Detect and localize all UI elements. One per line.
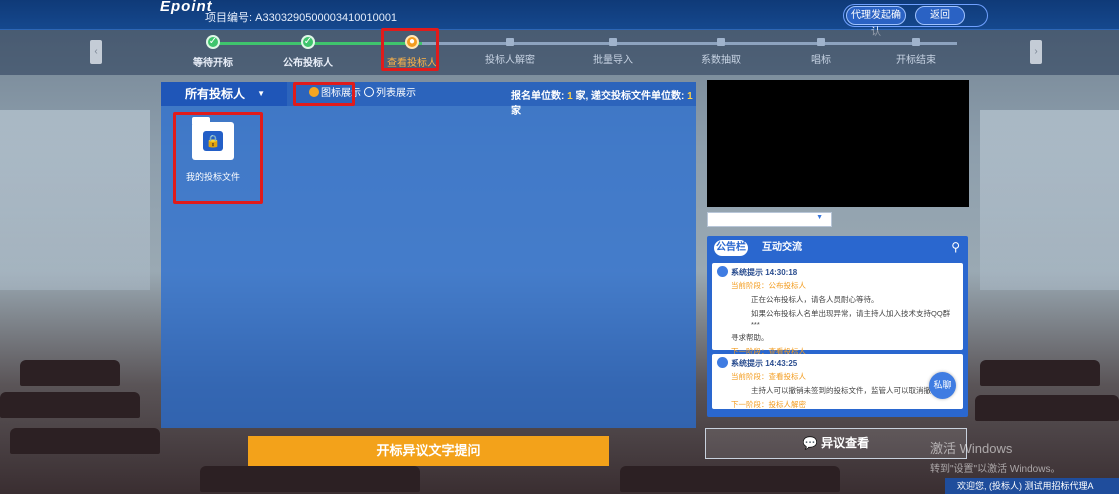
step-batch-import[interactable]: 批量导入 (573, 35, 653, 66)
submitted-count: 1 (687, 91, 693, 102)
view-list-radio[interactable]: 列表展示 (364, 87, 416, 101)
watermark-subtitle: 转到"设置"以激活 Windows。 (930, 464, 1061, 475)
pending-step-icon (817, 38, 825, 46)
background-seat (620, 466, 840, 492)
step-label: 唱标 (811, 55, 831, 66)
background-seat (10, 428, 160, 454)
view-objections-label: 异议查看 (821, 436, 870, 450)
project-number-value: A3303290500003410010001 (255, 12, 398, 24)
chat-message: 系统提示 14:30:18 当前阶段：公布投标人 正在公布投标人，请各人员耐心等… (712, 263, 963, 356)
message-header: 系统提示 14:43:25 (717, 357, 957, 369)
chat-message: 系统提示 14:43:25 当前阶段：查看投标人 主持人可以撤销未签到的投标文件… (712, 354, 963, 409)
message-stage: 当前阶段：查看投标人 (731, 372, 806, 381)
search-icon[interactable]: ⚲ (951, 240, 960, 254)
chevron-left-icon[interactable]: ‹ (90, 40, 102, 64)
pending-step-icon (912, 38, 920, 46)
step-finish[interactable]: 开标结束 (876, 35, 956, 66)
agent-confirm-button[interactable]: 代理发起确认 (846, 6, 906, 38)
view-list-label: 列表展示 (376, 88, 416, 99)
step-coefficient[interactable]: 系数抽取 (681, 35, 761, 66)
view-objections-button[interactable]: 💬 异议查看 (705, 428, 967, 459)
message-text: 主持人可以撤销未签到的投标文件，监管人可以取消撤销 (751, 386, 939, 395)
check-icon: ✓ (301, 35, 315, 49)
background-window (980, 110, 1119, 290)
chevron-right-icon[interactable]: › (1030, 40, 1042, 64)
message-text: 如果公布投标人名单出现异常，请主持人加入技术支持QQ群*** (751, 309, 951, 329)
background-seat (0, 392, 140, 418)
video-player[interactable] (707, 80, 969, 207)
video-source-select[interactable]: ▼ (707, 212, 832, 227)
private-chat-button[interactable]: 私聊 (929, 372, 956, 399)
chat-bubble-icon: 💬 (802, 436, 818, 450)
background-seat (980, 360, 1100, 386)
step-label: 公布投标人 (283, 58, 333, 69)
highlight-bid-file (173, 112, 263, 204)
registered-count: 1 (567, 91, 573, 102)
radio-unchecked-icon (364, 87, 374, 97)
chat-tabs: 公告栏 互动交流 ⚲ (707, 236, 968, 260)
counts-suffix: 家 (511, 106, 521, 117)
bidder-filter-value: 所有投标人 (185, 87, 246, 101)
pending-step-icon (609, 38, 617, 46)
caret-down-icon: ▼ (816, 214, 823, 221)
message-header: 系统提示 14:30:18 (717, 266, 957, 278)
step-decrypt[interactable]: 投标人解密 (470, 35, 550, 66)
step-label: 系数抽取 (701, 55, 741, 66)
background-seat (975, 395, 1119, 421)
bidder-filter-select[interactable]: 所有投标人 ▼ (161, 82, 287, 106)
step-label: 开标结束 (896, 55, 936, 66)
pending-step-icon (506, 38, 514, 46)
background-window (0, 110, 150, 290)
project-label: 项目编号: (205, 12, 253, 24)
avatar-icon (717, 357, 728, 368)
windows-activation-watermark: 激活 Windows 转到"设置"以激活 Windows。 (930, 438, 1060, 475)
step-label: 投标人解密 (485, 55, 535, 66)
project-number: 项目编号: A3303290500003410010001 (205, 9, 397, 25)
message-text: 寻求帮助。 (731, 333, 769, 342)
caret-down-icon: ▼ (257, 89, 265, 98)
top-bar: Epoint 项目编号: A3303290500003410010001 代理发… (0, 0, 1119, 38)
counts-prefix: 报名单位数: (511, 91, 565, 102)
objection-question-button[interactable]: 开标异议文字提问 (248, 436, 609, 466)
bidder-counts: 报名单位数: 1 家, 递交投标文件单位数: 1 家 (511, 87, 696, 117)
avatar-icon (717, 266, 728, 277)
back-button[interactable]: 返回 (915, 6, 965, 25)
message-next-stage: 下一阶段：投标人解密 (731, 400, 806, 409)
progress-stepper: ✓ 等待开标 ✓ 公布投标人 ● 查看投标人 投标人解密 批量导入 系数抽取 唱… (0, 30, 1119, 75)
welcome-status: 欢迎您, (投标人) 测试用招标代理A (945, 478, 1119, 494)
step-label: 等待开标 (193, 58, 233, 69)
check-icon: ✓ (206, 35, 220, 49)
tab-interact[interactable]: 互动交流 (762, 240, 802, 256)
watermark-title: 激活 Windows (930, 441, 1013, 456)
step-waiting-open[interactable]: ✓ 等待开标 (173, 35, 253, 69)
message-stage: 当前阶段：公布投标人 (731, 281, 806, 290)
highlight-current-step (381, 28, 439, 71)
background-seat (20, 360, 120, 386)
highlight-view-icon (293, 82, 355, 106)
step-label: 批量导入 (593, 55, 633, 66)
message-text: 正在公布投标人，请各人员耐心等待。 (751, 295, 879, 304)
step-publish-bidders[interactable]: ✓ 公布投标人 (268, 35, 348, 69)
tab-notice[interactable]: 公告栏 (714, 240, 748, 256)
pending-step-icon (717, 38, 725, 46)
background-seat (200, 466, 420, 492)
counts-mid: 家, 递交投标文件单位数: (575, 91, 685, 102)
step-announce[interactable]: 唱标 (781, 35, 861, 66)
